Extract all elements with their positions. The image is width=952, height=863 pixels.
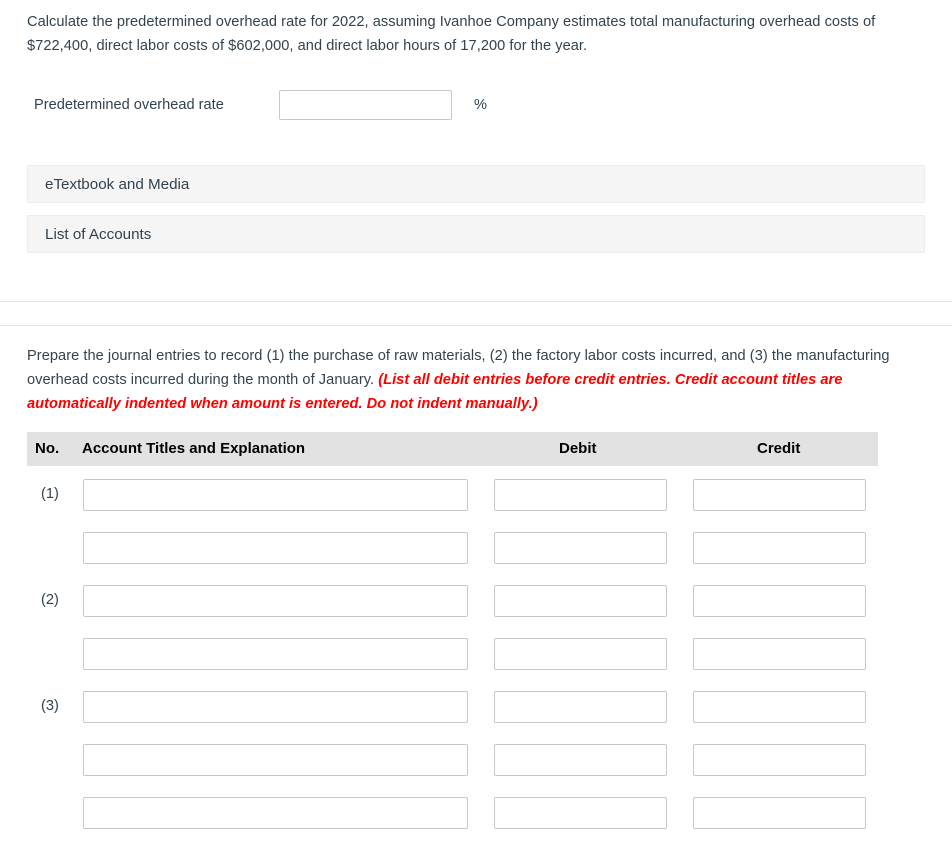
account-title-input[interactable]	[83, 638, 468, 670]
credit-amount-input[interactable]	[693, 585, 866, 617]
debit-amount-input[interactable]	[494, 638, 667, 670]
part-a-prompt: Calculate the predetermined overhead rat…	[27, 14, 876, 54]
table-row	[27, 797, 878, 850]
journal-entry-table: No. Account Titles and Explanation Debit…	[27, 432, 878, 850]
credit-amount-input[interactable]	[693, 691, 866, 723]
column-header-no: No.	[35, 440, 60, 457]
credit-amount-input[interactable]	[693, 638, 866, 670]
debit-amount-input[interactable]	[494, 532, 667, 564]
predetermined-overhead-rate-input[interactable]	[279, 90, 452, 120]
column-header-credit: Credit	[757, 440, 801, 457]
table-row	[27, 744, 878, 797]
debit-amount-input[interactable]	[494, 744, 667, 776]
credit-amount-input[interactable]	[693, 532, 866, 564]
question-page: Calculate the predetermined overhead rat…	[0, 0, 952, 863]
debit-amount-input[interactable]	[494, 479, 667, 511]
list-of-accounts-bar[interactable]: List of Accounts	[27, 215, 925, 253]
etextbook-and-media-label: eTextbook and Media	[45, 175, 190, 193]
debit-amount-input[interactable]	[494, 691, 667, 723]
row-number: (2)	[41, 592, 59, 608]
section-divider-bottom	[0, 325, 952, 326]
column-header-debit: Debit	[559, 440, 597, 457]
journal-table-header: No. Account Titles and Explanation Debit…	[27, 432, 878, 466]
table-row	[27, 532, 878, 585]
predetermined-overhead-rate-row: Predetermined overhead rate %	[34, 90, 487, 120]
credit-amount-input[interactable]	[693, 797, 866, 829]
journal-table-rows: (1) (2) (3)	[27, 479, 878, 850]
account-title-input[interactable]	[83, 532, 468, 564]
table-row: (2)	[27, 585, 878, 638]
credit-amount-input[interactable]	[693, 744, 866, 776]
account-title-input[interactable]	[83, 797, 468, 829]
account-title-input[interactable]	[83, 585, 468, 617]
credit-amount-input[interactable]	[693, 479, 866, 511]
debit-amount-input[interactable]	[494, 585, 667, 617]
column-header-account: Account Titles and Explanation	[82, 440, 306, 457]
account-title-input[interactable]	[83, 479, 468, 511]
row-number: (3)	[41, 698, 59, 714]
etextbook-and-media-bar[interactable]: eTextbook and Media	[27, 165, 925, 203]
table-row	[27, 638, 878, 691]
part-b-prompt: Prepare the journal entries to record (1…	[27, 344, 919, 416]
debit-amount-input[interactable]	[494, 797, 667, 829]
list-of-accounts-label: List of Accounts	[45, 225, 152, 243]
account-title-input[interactable]	[83, 744, 468, 776]
table-row: (3)	[27, 691, 878, 744]
section-divider-top	[0, 301, 952, 302]
account-title-input[interactable]	[83, 691, 468, 723]
table-row: (1)	[27, 479, 878, 532]
percent-symbol: %	[474, 97, 487, 113]
row-number: (1)	[41, 486, 59, 502]
predetermined-overhead-rate-label: Predetermined overhead rate	[34, 97, 224, 113]
